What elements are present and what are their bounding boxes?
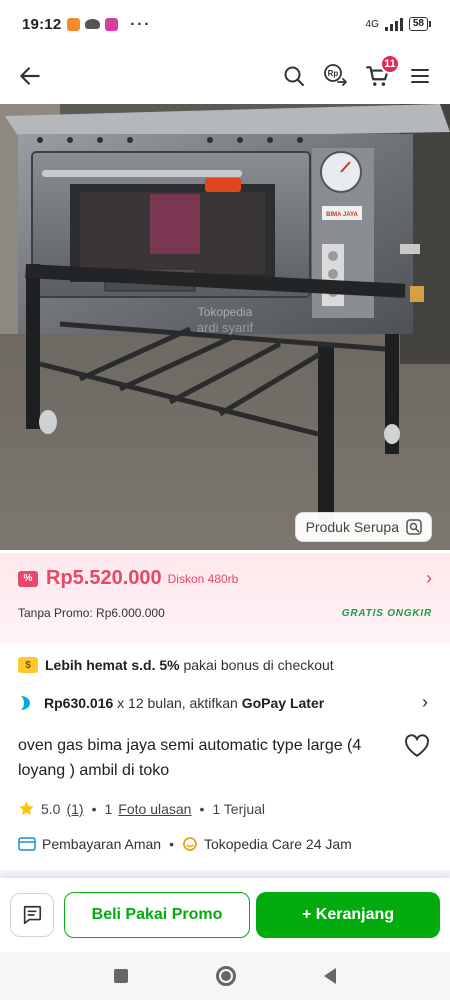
image-search-icon xyxy=(406,519,422,535)
menu-button[interactable] xyxy=(404,60,436,92)
similar-products-button[interactable]: Produk Serupa xyxy=(294,512,432,542)
share-promo-icon: Rp xyxy=(324,64,347,86)
chevron-right-icon: › xyxy=(426,568,432,588)
wishlist-button[interactable] xyxy=(404,734,430,763)
status-right: 4G 58 xyxy=(365,17,432,31)
recent-apps-button[interactable] xyxy=(114,969,128,983)
coin-icon: $ xyxy=(18,657,38,673)
svg-text:Rp: Rp xyxy=(328,69,339,78)
cart-button[interactable]: 11 xyxy=(362,54,400,92)
bottom-action-bar: Beli Pakai Promo + Keranjang xyxy=(0,878,450,952)
free-shipping-badge: GRATIS ONGKIR xyxy=(341,607,432,619)
product-title: oven gas bima jaya semi automatic type l… xyxy=(18,737,362,779)
star-icon xyxy=(19,801,34,815)
heart-icon xyxy=(405,734,429,757)
separator-dot: • xyxy=(91,800,97,817)
back-nav-button[interactable] xyxy=(324,968,336,984)
notification-icons xyxy=(67,17,119,31)
paylater-info[interactable]: Rp630.016 x 12 bulan, aktifkan GoPay Lat… xyxy=(18,694,324,712)
customer-care-label: Tokopedia Care 24 Jam xyxy=(203,836,352,852)
secure-payment-label: Pembayaran Aman xyxy=(42,836,162,852)
price-banner[interactable]: % Rp5.520.000 Diskon 480rb › Tanpa Promo… xyxy=(0,553,450,643)
secure-payment-icon xyxy=(18,837,36,851)
battery-icon: 58 xyxy=(408,17,432,31)
price-without-promo: Tanpa Promo: Rp6.000.000 xyxy=(18,606,165,620)
app-header: Rp 11 xyxy=(0,48,450,104)
assurance-row: Pembayaran Aman • Tokopedia Care 24 Jam xyxy=(18,836,352,852)
rating-count-link[interactable]: (1) xyxy=(66,801,83,817)
search-button[interactable] xyxy=(278,60,310,92)
hamburger-menu-icon xyxy=(411,69,429,83)
paylater-brand: GoPay Later xyxy=(241,695,325,711)
system-nav-bar xyxy=(0,952,450,1000)
section-divider xyxy=(0,870,450,878)
rating-score: 5.0 xyxy=(41,800,61,817)
chat-icon xyxy=(23,905,42,925)
product-image[interactable]: BIMA JAYA Tokopedia ardi syarif Produk S… xyxy=(0,104,450,550)
status-time: 19:12 xyxy=(22,15,62,33)
arrow-left-icon xyxy=(20,67,40,85)
network-type: 4G xyxy=(365,18,379,30)
oven-photo: BIMA JAYA Tokopedia ardi syarif xyxy=(0,104,450,550)
separator-dot: • xyxy=(199,800,205,817)
notification-app-icon xyxy=(67,17,81,31)
rating-row: 5.0 (1) • 1 Foto ulasan • 1 Terjual xyxy=(18,800,265,817)
status-bar: 19:12 ··· 4G 58 xyxy=(0,0,450,48)
separator-dot: • xyxy=(169,836,174,852)
more-notifications: ··· xyxy=(130,15,152,33)
add-to-cart-button[interactable]: + Keranjang xyxy=(256,892,440,938)
notification-cloud-icon xyxy=(85,19,101,29)
share-button[interactable]: Rp xyxy=(320,60,352,92)
cart-count-badge: 11 xyxy=(380,54,400,74)
bonus-info: $ Lebih hemat s.d. 5% pakai bonus di che… xyxy=(18,657,334,673)
gopay-later-icon xyxy=(21,696,30,710)
product-price: Rp5.520.000 xyxy=(46,567,162,589)
watermark-line2: ardi syarif xyxy=(197,320,254,335)
chat-seller-button[interactable] xyxy=(10,893,54,937)
buy-with-promo-button[interactable]: Beli Pakai Promo xyxy=(64,892,250,938)
similar-products-label: Produk Serupa xyxy=(305,519,399,535)
photo-review-link[interactable]: Foto ulasan xyxy=(118,801,191,817)
header-actions: Rp 11 xyxy=(278,54,436,92)
paylater-mid: x 12 bulan, aktifkan xyxy=(117,695,238,711)
signal-icon xyxy=(384,17,403,31)
photo-review-count: 1 xyxy=(104,800,113,817)
sold-count: 1 Terjual xyxy=(212,800,266,817)
back-button[interactable] xyxy=(14,60,46,92)
bonus-rest: pakai bonus di checkout xyxy=(183,657,334,673)
search-icon xyxy=(284,66,304,86)
paylater-amount: Rp630.016 xyxy=(44,695,114,711)
bonus-bold: Lebih hemat s.d. 5% xyxy=(45,657,180,673)
home-button[interactable] xyxy=(216,966,236,986)
promo-tag-icon: % xyxy=(18,570,38,587)
notification-message-icon xyxy=(105,17,119,31)
customer-care-icon xyxy=(183,837,197,851)
discount-label: Diskon 480rb xyxy=(167,571,239,586)
brand-plate-text: BIMA JAYA xyxy=(326,212,358,218)
watermark-line1: Tokopedia xyxy=(198,305,253,319)
paylater-chevron-icon[interactable]: › xyxy=(422,692,428,713)
